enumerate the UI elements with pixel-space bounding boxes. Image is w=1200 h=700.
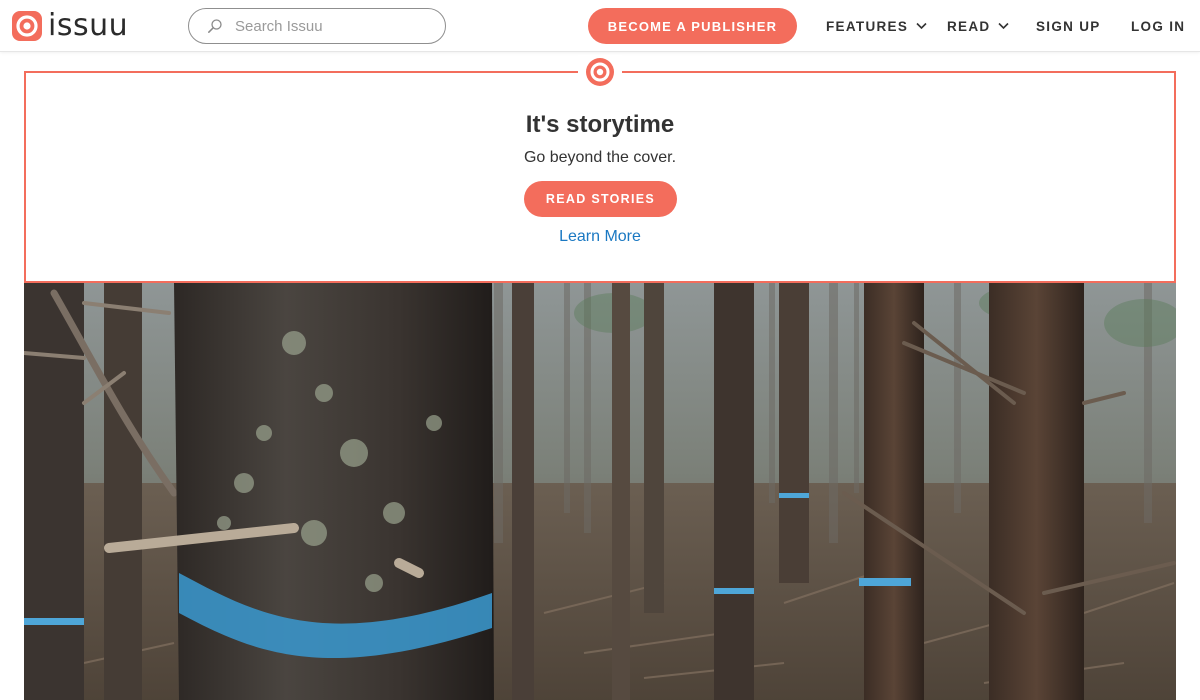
nav-sign-up[interactable]: SIGN UP: [1036, 0, 1101, 52]
learn-more-link[interactable]: Learn More: [559, 228, 641, 245]
promo-title: It's storytime: [525, 111, 675, 138]
nav-read[interactable]: READ: [947, 0, 1010, 52]
nav-log-in-label: LOG IN: [1131, 18, 1186, 34]
chevron-down-icon: [916, 22, 927, 30]
search-icon: [208, 19, 222, 33]
read-stories-button[interactable]: READ STORIES: [524, 181, 677, 217]
top-navigation-bar: issuu BECOME A PUBLISHER FEATURES READ S…: [0, 0, 1200, 52]
become-publisher-button[interactable]: BECOME A PUBLISHER: [588, 8, 797, 44]
learn-more-row: Learn More: [26, 228, 1174, 246]
nav-features[interactable]: FEATURES: [826, 0, 927, 52]
issuu-logo[interactable]: issuu: [12, 9, 128, 43]
issuu-badge-icon: [586, 58, 614, 86]
nav-sign-up-label: SIGN UP: [1036, 18, 1101, 34]
nav-features-label: FEATURES: [826, 18, 909, 34]
promo-subtitle: Go beyond the cover.: [523, 149, 677, 166]
issuu-logo-icon: [12, 11, 42, 41]
storytime-promo: It's storytime Go beyond the cover. READ…: [24, 55, 1176, 282]
nav-log-in[interactable]: LOG IN: [1131, 0, 1185, 52]
search-box[interactable]: [188, 8, 446, 44]
chevron-down-icon: [998, 22, 1010, 30]
hero-image: [24, 281, 1176, 700]
nav-read-label: READ: [947, 18, 991, 34]
promo-badge: [578, 55, 622, 89]
logo-wordmark: issuu: [48, 8, 129, 43]
forest-photo: [24, 283, 1176, 700]
search-input[interactable]: [235, 17, 435, 35]
